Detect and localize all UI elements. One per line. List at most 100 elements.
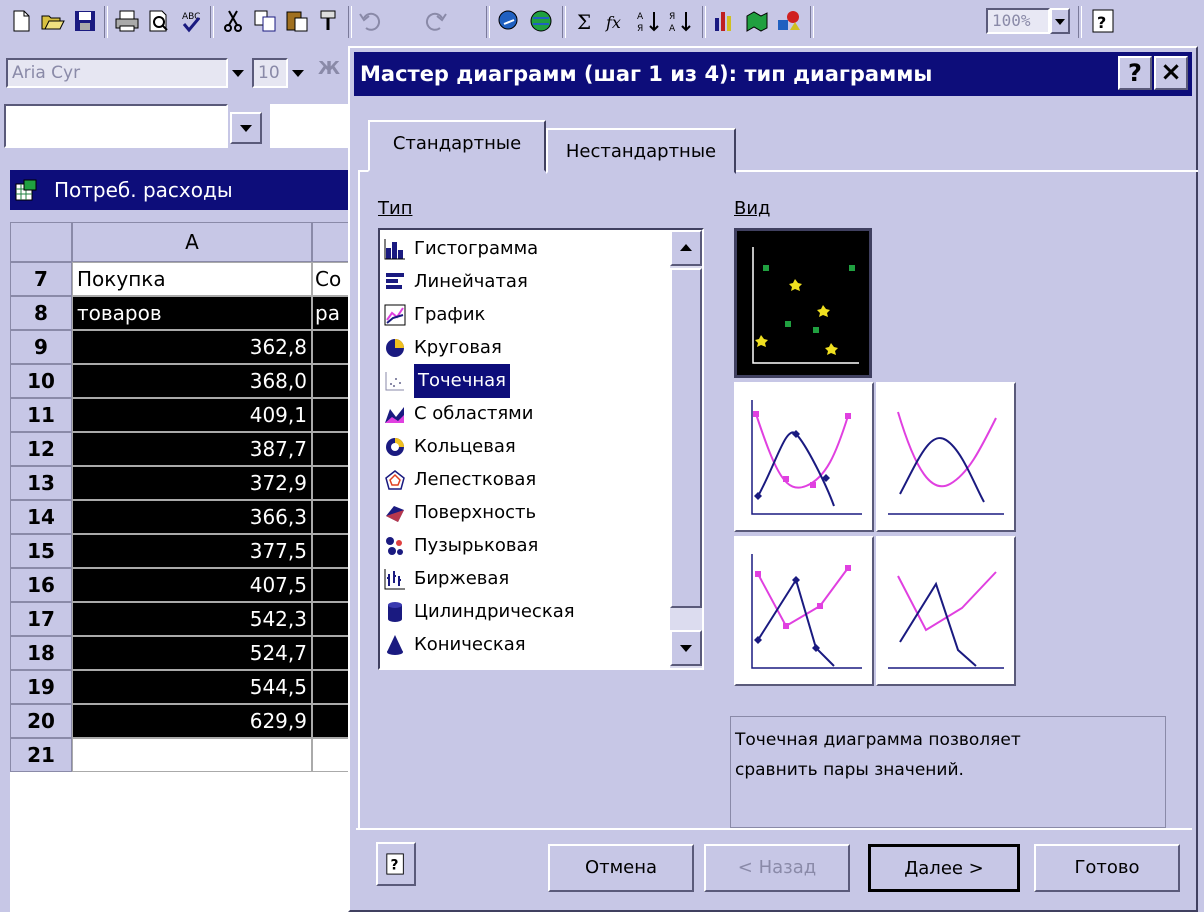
- undo-icon[interactable]: [356, 6, 386, 36]
- help-button[interactable]: ?: [1118, 56, 1152, 90]
- subtype-scatter-markers[interactable]: [734, 228, 872, 378]
- chart-type-item[interactable]: Поверхность: [382, 496, 672, 530]
- new-document-icon[interactable]: [6, 6, 36, 36]
- chart-type-item[interactable]: С областями: [382, 397, 672, 431]
- chevron-down-icon[interactable]: [1050, 8, 1070, 34]
- chart-type-item[interactable]: Кольцевая: [382, 430, 672, 464]
- font-size-select[interactable]: 10: [252, 58, 288, 88]
- cell-a[interactable]: 544,5: [72, 670, 312, 704]
- cut-icon[interactable]: [218, 6, 248, 36]
- cell-a[interactable]: 542,3: [72, 602, 312, 636]
- chart-wizard-icon[interactable]: [710, 6, 740, 36]
- row-header[interactable]: 11: [10, 398, 72, 432]
- row-header[interactable]: 10: [10, 364, 72, 398]
- subtype-scatter-straight-lines[interactable]: [876, 536, 1016, 686]
- format-painter-icon[interactable]: [314, 6, 344, 36]
- row-header[interactable]: 13: [10, 466, 72, 500]
- cancel-button[interactable]: Отмена: [548, 844, 694, 892]
- cell-a[interactable]: 629,9: [72, 704, 312, 738]
- cell-a[interactable]: 368,0: [72, 364, 312, 398]
- cell-a[interactable]: 377,5: [72, 534, 312, 568]
- scroll-up-button[interactable]: [670, 230, 702, 266]
- row-header[interactable]: 19: [10, 670, 72, 704]
- excel-sheet-icon[interactable]: [14, 178, 38, 202]
- chart-type-item[interactable]: Круговая: [382, 331, 672, 365]
- sort-ascending-icon[interactable]: AЯ: [634, 6, 664, 36]
- open-folder-icon[interactable]: [38, 6, 68, 36]
- spellcheck-icon[interactable]: ABC: [176, 6, 206, 36]
- workbook-title-bar: Потреб. расходы: [10, 170, 370, 210]
- row-header[interactable]: 12: [10, 432, 72, 466]
- row-header[interactable]: 15: [10, 534, 72, 568]
- row-header[interactable]: 17: [10, 602, 72, 636]
- bold-button[interactable]: Ж: [318, 58, 350, 88]
- chevron-down-icon[interactable]: [230, 112, 262, 144]
- chevron-down-icon[interactable]: [288, 58, 308, 88]
- cell-a[interactable]: 372,9: [72, 466, 312, 500]
- cell-a[interactable]: [72, 738, 312, 772]
- cell-a[interactable]: 366,3: [72, 500, 312, 534]
- next-button[interactable]: Далее >: [868, 844, 1020, 892]
- chart-type-item[interactable]: Коническая: [382, 628, 672, 662]
- chart-type-item[interactable]: График: [382, 298, 672, 332]
- print-icon[interactable]: [112, 6, 142, 36]
- chart-type-item[interactable]: Лепестковая: [382, 463, 672, 497]
- scroll-thumb[interactable]: [670, 268, 702, 608]
- office-assistant-button[interactable]: ?: [376, 842, 416, 886]
- chart-type-list[interactable]: Гистограмма Линейчатая График Круговая Точеч…: [378, 228, 704, 670]
- office-assistant-icon[interactable]: ?: [1088, 6, 1118, 36]
- scroll-down-button[interactable]: [670, 630, 702, 666]
- chart-type-item[interactable]: Цилиндрическая: [382, 595, 672, 629]
- row-header[interactable]: 7: [10, 262, 72, 296]
- chart-type-item[interactable]: Пузырьковая: [382, 529, 672, 563]
- chart-type-item[interactable]: Гистограмма: [382, 232, 672, 266]
- worksheet-grid[interactable]: A 7 Покупка Со 8 товаров ра 9 362,8 10 368,0 11 409…: [10, 222, 370, 912]
- cell-a[interactable]: Покупка: [72, 262, 312, 296]
- row-header[interactable]: 20: [10, 704, 72, 738]
- save-icon[interactable]: [70, 6, 100, 36]
- tab-custom-types[interactable]: Нестандартные: [546, 128, 736, 174]
- web-toolbar-icon[interactable]: [526, 6, 556, 36]
- row-header[interactable]: 16: [10, 568, 72, 602]
- select-all-corner[interactable]: [10, 222, 72, 262]
- subtype-scatter-smooth-markers[interactable]: [734, 382, 874, 532]
- copy-icon[interactable]: [250, 6, 280, 36]
- list-scrollbar[interactable]: [670, 230, 702, 668]
- print-preview-icon[interactable]: [144, 6, 174, 36]
- font-name-select[interactable]: Aria Cyr: [6, 58, 228, 88]
- tab-standard-types[interactable]: Стандартные: [368, 120, 546, 172]
- column-header-a[interactable]: A: [72, 222, 312, 262]
- subtype-scatter-straight-markers[interactable]: [734, 536, 874, 686]
- cell-a[interactable]: товаров: [72, 296, 312, 330]
- redo-icon[interactable]: [420, 6, 450, 36]
- chart-type-item[interactable]: Точечная: [382, 363, 672, 399]
- name-box[interactable]: [4, 104, 228, 148]
- chart-type-label: Тип: [378, 198, 412, 219]
- close-button[interactable]: ×: [1154, 56, 1188, 90]
- toolbar-separator: [810, 6, 814, 38]
- back-button[interactable]: < Назад: [704, 844, 850, 892]
- chevron-down-icon[interactable]: [228, 58, 248, 88]
- cell-a[interactable]: 409,1: [72, 398, 312, 432]
- sort-descending-icon[interactable]: ЯA: [666, 6, 696, 36]
- cell-a[interactable]: 524,7: [72, 636, 312, 670]
- finish-button[interactable]: Готово: [1034, 844, 1180, 892]
- cell-a[interactable]: 407,5: [72, 568, 312, 602]
- chart-type-item[interactable]: Линейчатая: [382, 265, 672, 299]
- row-header[interactable]: 8: [10, 296, 72, 330]
- function-wizard-icon[interactable]: fx: [602, 6, 632, 36]
- chart-type-item[interactable]: Биржевая: [382, 562, 672, 596]
- insert-hyperlink-icon[interactable]: [494, 6, 524, 36]
- autosum-icon[interactable]: Σ: [570, 6, 600, 36]
- row-header[interactable]: 18: [10, 636, 72, 670]
- paste-icon[interactable]: [282, 6, 312, 36]
- zoom-select[interactable]: 100%: [986, 8, 1050, 34]
- cell-a[interactable]: 387,7: [72, 432, 312, 466]
- cell-a[interactable]: 362,8: [72, 330, 312, 364]
- map-icon[interactable]: [742, 6, 772, 36]
- row-header[interactable]: 14: [10, 500, 72, 534]
- row-header[interactable]: 9: [10, 330, 72, 364]
- row-header[interactable]: 21: [10, 738, 72, 772]
- drawing-icon[interactable]: [774, 6, 804, 36]
- subtype-scatter-smooth-lines[interactable]: [876, 382, 1016, 532]
